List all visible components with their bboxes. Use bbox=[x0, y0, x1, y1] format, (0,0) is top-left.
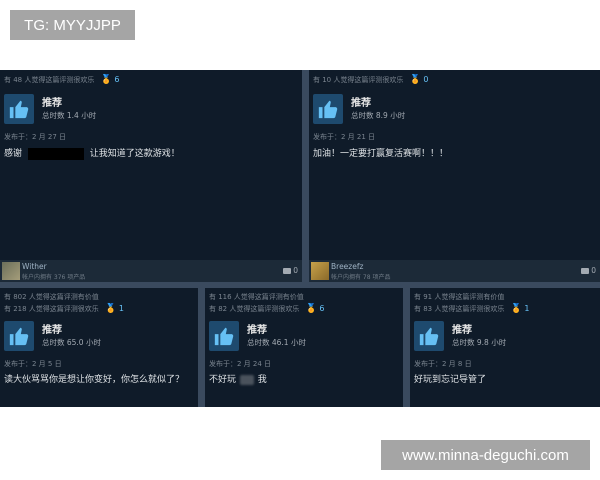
review-text: 不好玩 我 bbox=[209, 374, 267, 385]
award-icon: 🏅 bbox=[100, 75, 112, 85]
comment-icon bbox=[581, 268, 590, 274]
blurred-text bbox=[239, 374, 254, 385]
recommendation: 推荐 总时数 46.1 小时 bbox=[209, 321, 403, 351]
review-card: 有 116 人觉得这篇评测有价值 有 82 人觉得这篇评测很欢乐 🏅 6 推荐 … bbox=[205, 288, 403, 407]
posted-date: 发布于：2 月 21 日 bbox=[313, 133, 376, 141]
comment-count[interactable]: 0 bbox=[283, 266, 298, 275]
playtime: 总时数 65.0 小时 bbox=[42, 338, 101, 347]
recommendation: 推荐 总时数 65.0 小时 bbox=[4, 321, 198, 351]
thumbs-up-icon bbox=[209, 321, 239, 351]
posted-date: 发布于：2 月 5 日 bbox=[4, 360, 62, 368]
award-icon: 🏅 bbox=[305, 304, 317, 314]
recommend-label: 推荐 bbox=[452, 325, 472, 336]
thumbs-up-icon bbox=[313, 94, 343, 124]
funny-count: 有 218 人觉得这篇评测很欢乐 🏅 1 bbox=[4, 304, 124, 314]
recommendation: 推荐 总时数 8.9 小时 bbox=[313, 94, 600, 124]
recommend-label: 推荐 bbox=[247, 325, 267, 336]
author-name[interactable]: Breezefz bbox=[331, 262, 363, 271]
author-name[interactable]: Wither bbox=[22, 262, 47, 271]
award-indicator[interactable]: 🏅 1 bbox=[105, 304, 124, 314]
review-card: 有 48 人觉得这篇评测很欢乐 🏅 6 推荐 总时数 1.4 小时 发布于：2 … bbox=[0, 70, 302, 282]
award-icon: 🏅 bbox=[510, 304, 522, 314]
thumbs-up-icon bbox=[414, 321, 444, 351]
review-text: 读大伙骂骂你是想让你变好，你怎么就似了？ bbox=[4, 375, 185, 385]
recommendation: 推荐 总时数 1.4 小时 bbox=[4, 94, 302, 124]
playtime: 总时数 1.4 小时 bbox=[42, 111, 97, 120]
posted-date: 发布于：2 月 8 日 bbox=[414, 360, 472, 368]
helpful-count: 有 116 人觉得这篇评测有价值 bbox=[209, 293, 304, 301]
author-products: 帐户内拥有 376 项产品 bbox=[22, 274, 86, 281]
funny-count: 有 83 人觉得这篇评测很欢乐 🏅 1 bbox=[414, 304, 530, 314]
playtime: 总时数 46.1 小时 bbox=[247, 338, 306, 347]
review-text: 感谢 让我知道了这款游戏！ bbox=[4, 147, 180, 160]
thumbs-up-icon bbox=[4, 321, 34, 351]
review-text: 加油！一定要打赢复活赛啊！！！ bbox=[313, 149, 449, 159]
funny-count: 有 48 人觉得这篇评测很欢乐 🏅 6 bbox=[4, 75, 120, 85]
award-indicator[interactable]: 🏅 6 bbox=[100, 75, 120, 85]
funny-count: 有 82 人觉得这篇评测很欢乐 🏅 6 bbox=[209, 304, 325, 314]
playtime: 总时数 8.9 小时 bbox=[351, 111, 406, 120]
author-bar[interactable]: Breezefz 帐户内拥有 78 项产品 0 bbox=[309, 260, 600, 282]
watermark-bottom-right: www.minna-deguchi.com bbox=[381, 440, 590, 470]
author-products: 帐户内拥有 78 项产品 bbox=[331, 274, 391, 281]
recommend-label: 推荐 bbox=[42, 98, 62, 109]
thumbs-up-icon bbox=[4, 94, 34, 124]
review-text: 好玩到忘记导管了 bbox=[414, 375, 487, 385]
avatar[interactable] bbox=[311, 262, 329, 280]
funny-count: 有 10 人觉得这篇评测很欢乐 🏅 0 bbox=[313, 75, 429, 85]
helpful-count: 有 802 人觉得这篇评测有价值 bbox=[4, 293, 99, 301]
author-bar[interactable]: Wither 帐户内拥有 376 项产品 0 bbox=[0, 260, 302, 282]
recommend-label: 推荐 bbox=[351, 98, 371, 109]
award-icon: 🏅 bbox=[409, 75, 421, 85]
review-card: 有 802 人觉得这篇评测有价值 有 218 人觉得这篇评测很欢乐 🏅 1 推荐… bbox=[0, 288, 198, 407]
award-indicator[interactable]: 🏅 0 bbox=[409, 75, 429, 85]
recommendation: 推荐 总时数 9.8 小时 bbox=[414, 321, 600, 351]
posted-date: 发布于：2 月 27 日 bbox=[4, 133, 67, 141]
award-indicator[interactable]: 🏅 6 bbox=[305, 304, 325, 314]
playtime: 总时数 9.8 小时 bbox=[452, 338, 507, 347]
posted-date: 发布于：2 月 24 日 bbox=[209, 360, 272, 368]
award-indicator[interactable]: 🏅 1 bbox=[510, 304, 530, 314]
redacted-text bbox=[27, 147, 84, 160]
reviews-board: 有 48 人觉得这篇评测很欢乐 🏅 6 推荐 总时数 1.4 小时 发布于：2 … bbox=[0, 70, 600, 407]
review-card: 有 10 人觉得这篇评测很欢乐 🏅 0 推荐 总时数 8.9 小时 发布于：2 … bbox=[309, 70, 600, 282]
comment-count[interactable]: 0 bbox=[581, 266, 596, 275]
review-card: 有 91 人觉得这篇评测有价值 有 83 人觉得这篇评测很欢乐 🏅 1 推荐 总… bbox=[410, 288, 600, 407]
helpful-count: 有 91 人觉得这篇评测有价值 bbox=[414, 293, 505, 301]
watermark-top-left: TG: MYYJJPP bbox=[10, 10, 135, 40]
avatar[interactable] bbox=[2, 262, 20, 280]
comment-icon bbox=[283, 268, 292, 274]
recommend-label: 推荐 bbox=[42, 325, 62, 336]
award-icon: 🏅 bbox=[105, 304, 117, 314]
